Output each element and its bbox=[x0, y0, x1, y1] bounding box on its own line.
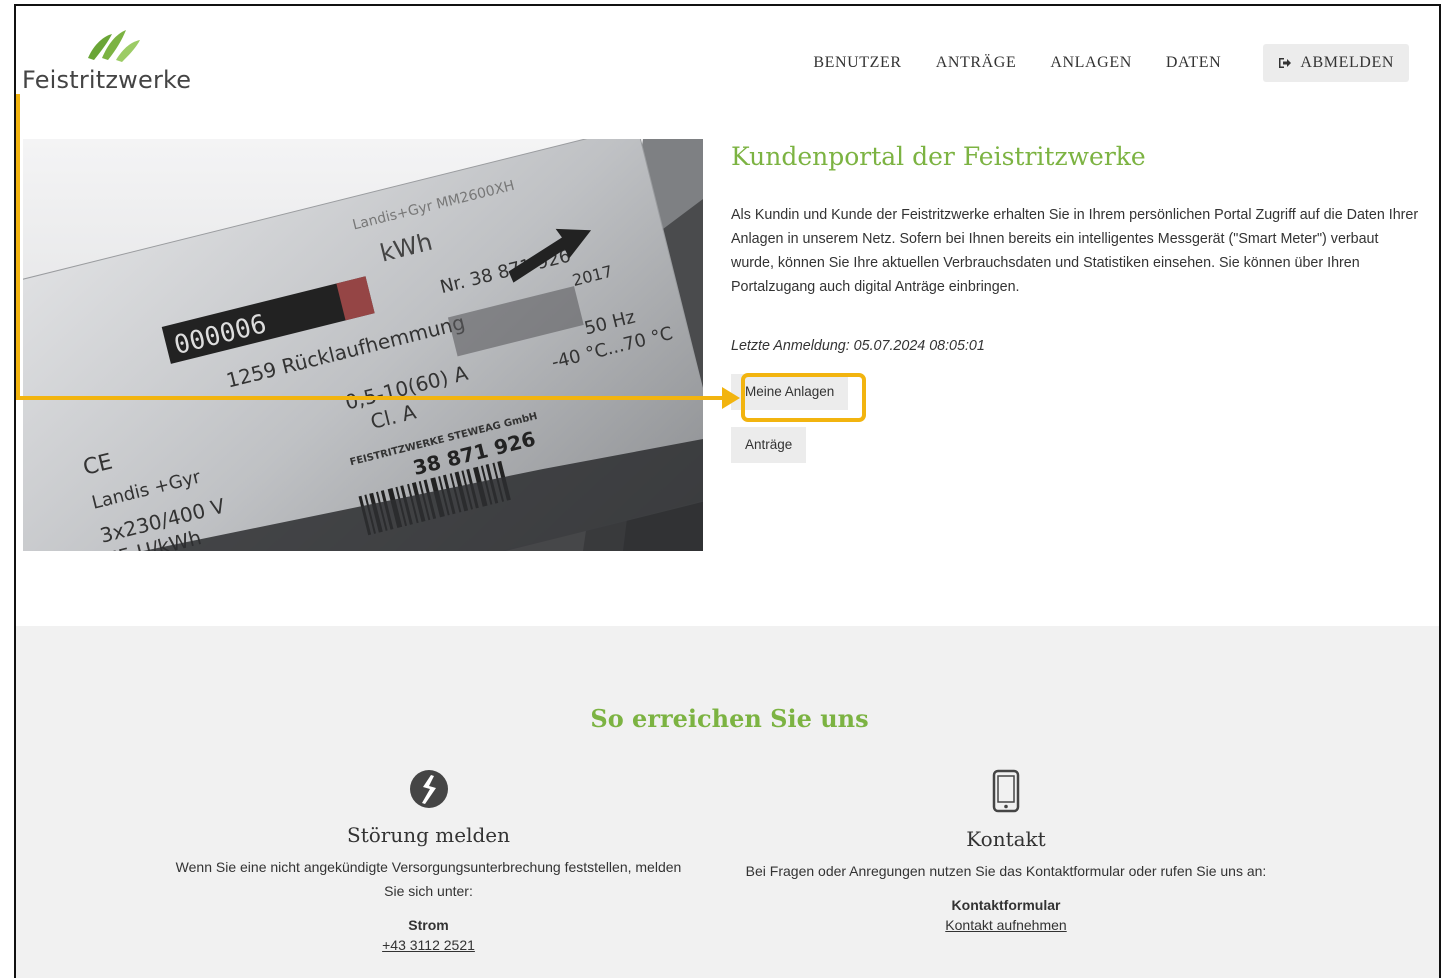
sign-out-icon bbox=[1279, 58, 1292, 68]
highlight-connector-vertical bbox=[16, 94, 20, 400]
nav-item-antraege[interactable]: ANTRÄGE bbox=[919, 54, 1034, 72]
contact-column: Kontakt Bei Fragen oder Anregungen nutze… bbox=[736, 769, 1276, 935]
highlight-box bbox=[741, 373, 866, 422]
outage-phone-link[interactable]: +43 3112 2521 bbox=[382, 937, 475, 953]
power-outage-icon bbox=[409, 770, 448, 808]
logout-label: ABMELDEN bbox=[1300, 54, 1394, 71]
smartphone-icon bbox=[992, 769, 1020, 813]
contact-section: So erreichen Sie uns Störung melden Wenn… bbox=[16, 626, 1439, 978]
browser-viewport: Feistritzwerke BENUTZER ANTRÄGE ANLAGEN … bbox=[14, 4, 1441, 978]
nav-item-benutzer[interactable]: BENUTZER bbox=[796, 54, 918, 72]
page-title: Kundenportal der Feistritzwerke bbox=[731, 142, 1146, 171]
logout-button[interactable]: ABMELDEN bbox=[1263, 44, 1409, 82]
report-outage-label: Strom bbox=[408, 917, 449, 933]
main-navigation: BENUTZER ANTRÄGE ANLAGEN DATEN ABMELDEN bbox=[796, 44, 1409, 82]
report-outage-title: Störung melden bbox=[347, 823, 510, 847]
last-login-info: Letzte Anmeldung: 05.07.2024 08:05:01 bbox=[731, 338, 985, 354]
contact-form-label: Kontaktformular bbox=[951, 897, 1061, 913]
contact-form-link[interactable]: Kontakt aufnehmen bbox=[945, 917, 1066, 933]
report-outage-column: Störung melden Wenn Sie eine nicht angek… bbox=[166, 769, 691, 955]
brand-name: Feistritzwerke bbox=[22, 66, 192, 94]
brand-logo[interactable]: Feistritzwerke bbox=[22, 28, 202, 98]
contact-title: Kontakt bbox=[966, 827, 1046, 851]
applications-button[interactable]: Anträge bbox=[731, 427, 807, 463]
meter-photo-icon: 000006 kWh Landis+Gyr MM2600XH Nr. 38 87… bbox=[23, 139, 703, 551]
intro-text: Als Kundin und Kunde der Feistritzwerke … bbox=[731, 207, 1419, 295]
contact-text: Bei Fragen oder Anregungen nutzen Sie da… bbox=[745, 863, 1267, 879]
contact-section-title: So erreichen Sie uns bbox=[590, 704, 869, 733]
electricity-meter-image: 000006 kWh Landis+Gyr MM2600XH Nr. 38 87… bbox=[23, 139, 703, 551]
feistritzwerke-logo-icon bbox=[88, 30, 140, 62]
nav-item-anlagen[interactable]: ANLAGEN bbox=[1033, 54, 1149, 72]
report-outage-text: Wenn Sie eine nicht angekündigte Versorg… bbox=[175, 859, 682, 899]
nav-item-daten[interactable]: DATEN bbox=[1149, 54, 1238, 72]
highlight-connector-horizontal bbox=[16, 396, 728, 400]
highlight-arrow-icon bbox=[722, 387, 740, 409]
